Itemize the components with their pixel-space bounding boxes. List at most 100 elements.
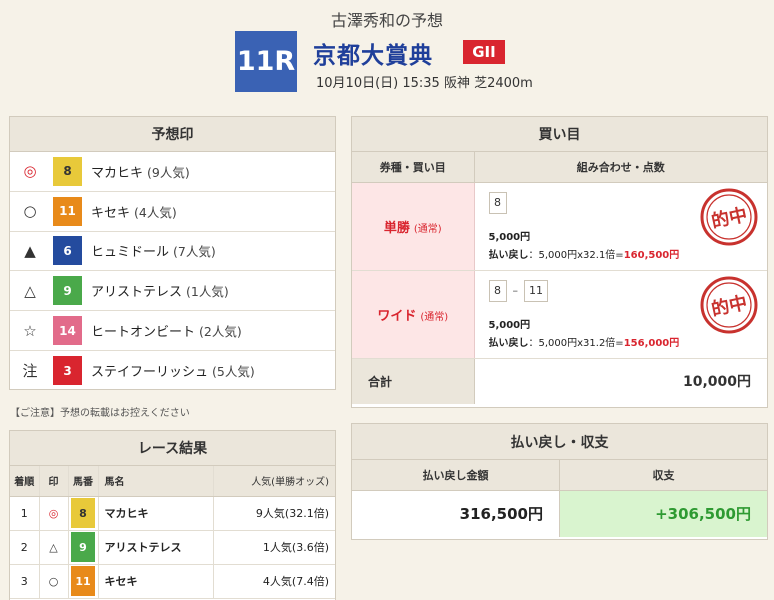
result-rank: 3 (10, 564, 40, 599)
horse-name[interactable]: ステイフーリッシュ (91, 361, 208, 380)
payback-line: 払い戻し：5,000円x32.1倍=160,500円 (489, 246, 754, 261)
payback-result: 160,500円 (623, 249, 680, 261)
payback-amount-value: 316,500円 (352, 490, 560, 537)
result-number-cell: 9 (68, 530, 99, 565)
hit-stamp-icon: 的中 (700, 276, 758, 333)
horse-number-badge: 11 (71, 566, 95, 596)
payback-label: 払い戻し (488, 249, 529, 261)
payback-calc: ：5,000円x32.1倍= (528, 249, 624, 261)
result-number-cell: 8 (68, 496, 99, 531)
payout-panel-title: 払い戻し・収支 (352, 424, 767, 460)
prediction-mark: ◎ (23, 162, 37, 181)
race-name: 京都大賞典 (313, 43, 433, 69)
col-combination: 組み合わせ・点数 (474, 152, 767, 183)
hit-stamp-text: 的中 (709, 203, 749, 232)
payout-table: 払い戻し金額 収支 316,500円 +306,500円 (352, 460, 767, 537)
result-horse-name[interactable]: マカヒキ (98, 496, 214, 531)
horse-name[interactable]: キセキ (91, 202, 130, 221)
bet-row: ワイド (通常) 8–11 5,000円 払い戻し：5,000円x31.2倍=156,0… (352, 270, 767, 359)
prediction-row: ○ 11 キセキ (4人気) (10, 192, 335, 232)
payback-calc: ：5,000円x31.2倍= (528, 337, 624, 349)
horse-popularity: (9人気) (147, 164, 190, 180)
total-label: 合計 (352, 358, 475, 404)
result-number-cell: 11 (68, 564, 99, 599)
prediction-mark: △ (24, 281, 36, 300)
bet-row: 単勝 (通常) 8 5,000円 払い戻し：5,000円x32.1倍=160,500円的… (352, 182, 767, 271)
combo-number: 11 (524, 279, 548, 302)
buy-panel: 買い目 券種・買い目 組み合わせ・点数 単勝 (通常) 8 5,000円 払い戻し：5,… (351, 116, 768, 408)
result-horse-name[interactable]: アリストテレス (98, 530, 214, 565)
horse-number-badge: 6 (53, 236, 82, 266)
horse-name[interactable]: マカヒキ (91, 162, 143, 181)
bet-type-sub: (通常) (420, 311, 449, 323)
horse-number-badge: 9 (53, 276, 82, 306)
payback-label: 払い戻し (488, 337, 529, 349)
prediction-mark: ○ (23, 202, 37, 221)
result-row: 2 △ 9 アリストテレス 1人気(3.6倍) (10, 530, 335, 565)
prediction-panel: 予想印 ◎ 8 マカヒキ (9人気) ○ 11 キセキ (4人気) ▲ 6 ヒュミドール (7人気) △… (9, 116, 336, 390)
result-horse-name[interactable]: キセキ (98, 564, 214, 599)
horse-number-badge: 9 (71, 532, 95, 562)
horse-name[interactable]: ヒュミドール (91, 241, 169, 260)
race-info: 10月10日(日) 15:35 阪神 芝2400m (316, 76, 533, 91)
payback-line: 払い戻し：5,000円x31.2倍=156,000円 (489, 334, 754, 349)
grade-badge: GII (463, 40, 505, 64)
horse-number-badge: 3 (53, 356, 82, 386)
col-number: 馬番 (68, 466, 99, 497)
buy-panel-title: 買い目 (352, 117, 767, 152)
bet-type-label: 単勝 (383, 220, 410, 236)
result-mark: ○ (39, 564, 69, 599)
combo-number: 8 (488, 279, 507, 302)
bet-type-cell: ワイド (通常) (352, 270, 475, 359)
race-result-panel: レース結果 着順 印 馬番 馬名 人気(単勝オッズ) 1 ◎ 8 マカヒキ 9人気(32… (9, 430, 336, 600)
result-popularity: 4人気(7.4倍) (213, 564, 335, 599)
horse-name[interactable]: アリストテレス (91, 281, 182, 300)
bet-type-sub: (通常) (413, 223, 442, 235)
prediction-row: 注 3 ステイフーリッシュ (5人気) (10, 351, 335, 391)
prediction-mark: 注 (22, 362, 38, 381)
bet-type-cell: 単勝 (通常) (352, 182, 475, 271)
horse-popularity: (1人気) (186, 284, 229, 300)
prediction-row: ◎ 8 マカヒキ (9人気) (10, 152, 335, 192)
horse-number-badge: 11 (53, 196, 82, 226)
prediction-mark: ▲ (24, 241, 36, 260)
prediction-list: ◎ 8 マカヒキ (9人気) ○ 11 キセキ (4人気) ▲ 6 ヒュミドール (7人気) △ 9 アリス… (10, 152, 335, 391)
col-popularity: 人気(単勝オッズ) (213, 466, 335, 497)
col-mark: 印 (39, 466, 69, 497)
result-popularity: 9人気(32.1倍) (213, 496, 335, 531)
prediction-row: △ 9 アリストテレス (1人気) (10, 271, 335, 312)
horse-number-badge: 8 (53, 156, 82, 186)
horse-number-badge: 8 (71, 498, 95, 528)
buy-table: 券種・買い目 組み合わせ・点数 単勝 (通常) 8 5,000円 払い戻し：5,000円… (352, 152, 767, 404)
bet-detail-cell: 8–11 5,000円 払い戻し：5,000円x31.2倍=156,000円 的中 (474, 270, 767, 359)
hit-stamp-icon: 的中 (700, 188, 758, 245)
prediction-mark: ☆ (23, 321, 37, 340)
horse-popularity: (4人気) (134, 204, 177, 220)
prediction-row: ☆ 14 ヒートオンビート (2人気) (10, 311, 335, 351)
combo-separator: – (512, 284, 519, 297)
result-row: 1 ◎ 8 マカヒキ 9人気(32.1倍) (10, 496, 335, 531)
col-horse: 馬名 (98, 466, 214, 497)
horse-name[interactable]: ヒートオンビート (91, 321, 195, 340)
result-rank: 2 (10, 530, 40, 565)
result-popularity: 1人気(3.6倍) (213, 530, 335, 565)
race-result-title: レース結果 (10, 431, 335, 466)
balance-value: +306,500円 (559, 490, 767, 537)
col-payback-amount: 払い戻し金額 (352, 460, 560, 491)
col-rank: 着順 (10, 466, 40, 497)
result-row: 3 ○ 11 キセキ 4人気(7.4倍) (10, 564, 335, 599)
combo-number: 8 (488, 191, 507, 214)
hit-stamp-text: 的中 (709, 291, 749, 320)
notice-text: 【ご注意】予想の転載はお控えください (10, 408, 190, 419)
result-mark: △ (39, 530, 69, 565)
bet-type-label: ワイド (377, 308, 417, 324)
prediction-row: ▲ 6 ヒュミドール (7人気) (10, 232, 335, 272)
total-value: 10,000円 (682, 374, 751, 391)
race-result-table: 着順 印 馬番 馬名 人気(単勝オッズ) 1 ◎ 8 マカヒキ 9人気(32.1倍) 2 △… (10, 466, 335, 599)
predictor-title: 古澤秀和の予想 (330, 11, 443, 30)
payout-panel: 払い戻し・収支 払い戻し金額 収支 316,500円 +306,500円 (351, 423, 768, 540)
race-number-badge: 11R (235, 31, 297, 92)
payback-result: 156,000円 (623, 337, 680, 349)
result-rank: 1 (10, 496, 40, 531)
result-mark: ◎ (39, 496, 69, 531)
